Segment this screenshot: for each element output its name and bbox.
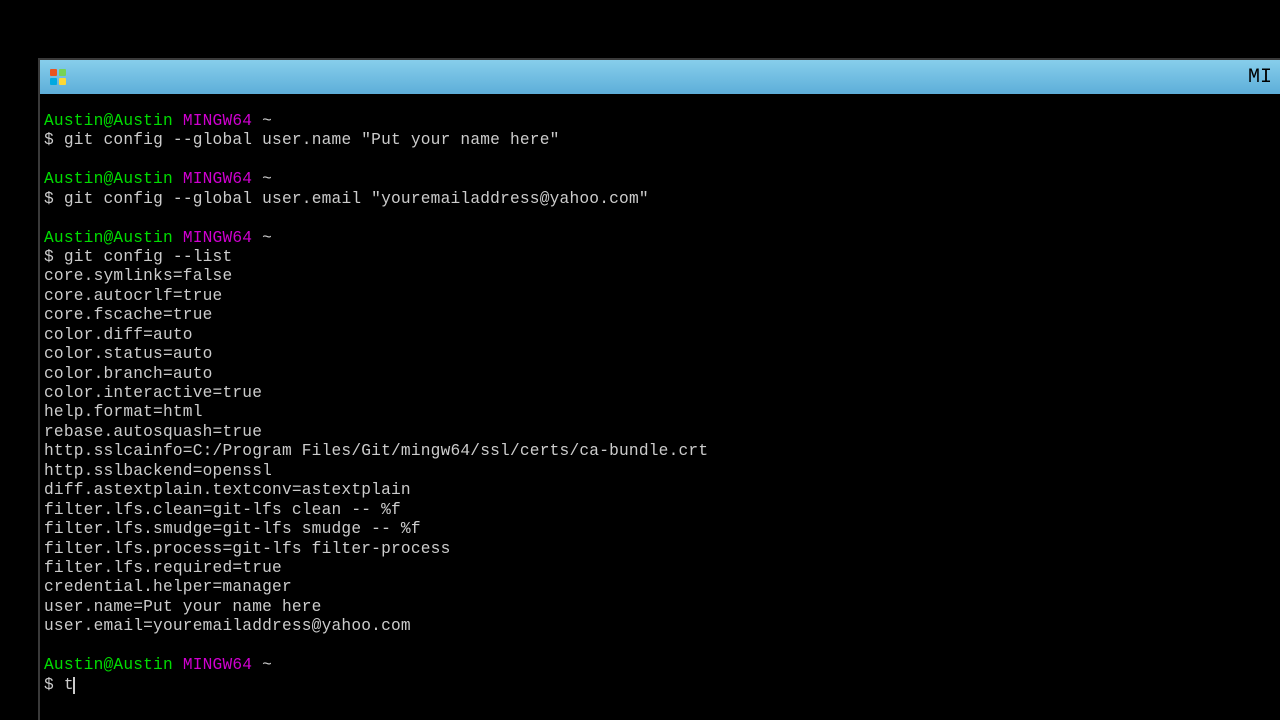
command-line[interactable]: $ git config --list	[44, 248, 1276, 267]
output-line: diff.astextplain.textconv=astextplain	[44, 481, 1276, 500]
output-line: core.autocrlf=true	[44, 287, 1276, 306]
output-line: http.sslbackend=openssl	[44, 462, 1276, 481]
title-bar[interactable]: MI	[40, 60, 1280, 94]
prompt-symbol: $	[44, 131, 64, 149]
command-text: git config --global user.name "Put your …	[64, 131, 560, 149]
prompt-user: Austin@Austin	[44, 229, 183, 247]
prompt-user: Austin@Austin	[44, 170, 183, 188]
output-line: rebase.autosquash=true	[44, 423, 1276, 442]
output-line: core.symlinks=false	[44, 267, 1276, 286]
command-text: git config --global user.email "youremai…	[64, 190, 649, 208]
prompt-path: ~	[262, 229, 272, 247]
output-line: color.status=auto	[44, 345, 1276, 364]
output-line: filter.lfs.process=git-lfs filter-proces…	[44, 540, 1276, 559]
terminal-body[interactable]: Austin@Austin MINGW64 ~$ git config --gl…	[40, 94, 1280, 695]
output-line: user.name=Put your name here	[44, 598, 1276, 617]
command-text: git config --list	[64, 248, 233, 266]
app-icon	[48, 67, 68, 87]
blank-line	[44, 209, 1276, 228]
command-line[interactable]: $ git config --global user.name "Put you…	[44, 131, 1276, 150]
output-line: filter.lfs.smudge=git-lfs smudge -- %f	[44, 520, 1276, 539]
output-line: http.sslcainfo=C:/Program Files/Git/ming…	[44, 442, 1276, 461]
output-line: color.diff=auto	[44, 326, 1276, 345]
output-line: user.email=youremailaddress@yahoo.com	[44, 617, 1276, 636]
prompt-user: Austin@Austin	[44, 656, 183, 674]
prompt-env: MINGW64	[183, 229, 262, 247]
prompt-symbol: $	[44, 190, 64, 208]
output-line: color.branch=auto	[44, 365, 1276, 384]
prompt-user: Austin@Austin	[44, 112, 183, 130]
output-line: filter.lfs.clean=git-lfs clean -- %f	[44, 501, 1276, 520]
cursor	[73, 677, 75, 694]
command-line[interactable]: $ t	[44, 676, 1276, 695]
command-line[interactable]: $ git config --global user.email "yourem…	[44, 190, 1276, 209]
blank-line	[44, 151, 1276, 170]
blank-line	[44, 637, 1276, 656]
prompt-symbol: $	[44, 676, 64, 694]
prompt-symbol: $	[44, 248, 64, 266]
prompt-env: MINGW64	[183, 112, 262, 130]
output-line: color.interactive=true	[44, 384, 1276, 403]
prompt-env: MINGW64	[183, 656, 262, 674]
prompt-line: Austin@Austin MINGW64 ~	[44, 112, 1276, 131]
prompt-path: ~	[262, 112, 272, 130]
title-bar-text: MI	[1248, 66, 1272, 89]
output-line: core.fscache=true	[44, 306, 1276, 325]
output-line: help.format=html	[44, 403, 1276, 422]
terminal-window: MI Austin@Austin MINGW64 ~$ git config -…	[38, 58, 1280, 720]
prompt-line: Austin@Austin MINGW64 ~	[44, 656, 1276, 675]
prompt-path: ~	[262, 170, 272, 188]
prompt-line: Austin@Austin MINGW64 ~	[44, 170, 1276, 189]
output-line: credential.helper=manager	[44, 578, 1276, 597]
output-line: filter.lfs.required=true	[44, 559, 1276, 578]
prompt-line: Austin@Austin MINGW64 ~	[44, 229, 1276, 248]
prompt-env: MINGW64	[183, 170, 262, 188]
prompt-path: ~	[262, 656, 272, 674]
